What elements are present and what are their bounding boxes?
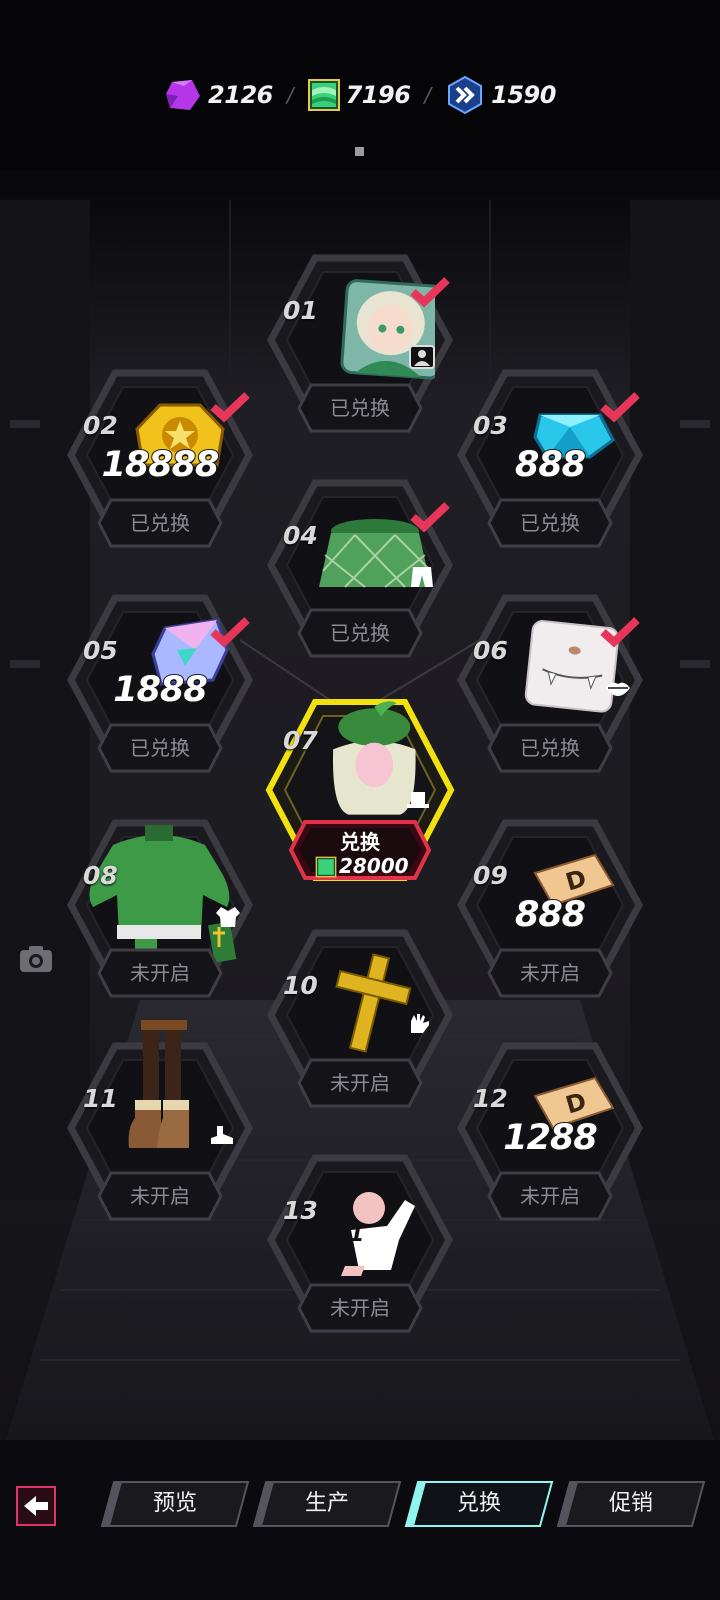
reward-node-07[interactable]: 07 兑换 28000 bbox=[265, 698, 455, 898]
check-icon bbox=[600, 392, 640, 423]
reward-node-13[interactable]: 1 13 未开启 bbox=[265, 1150, 455, 1350]
tab-preview[interactable]: 预览 bbox=[100, 1480, 250, 1528]
redeem-button[interactable]: 兑换 bbox=[295, 826, 425, 855]
currency-separator: / bbox=[424, 83, 432, 107]
node-number: 01 bbox=[283, 296, 318, 325]
reward-amount: 888 bbox=[514, 444, 587, 486]
node-number: 04 bbox=[283, 521, 318, 550]
status-label: 已兑换 bbox=[330, 396, 390, 420]
node-number: 13 bbox=[283, 1196, 318, 1225]
lips-icon bbox=[606, 682, 630, 696]
back-button[interactable] bbox=[16, 1486, 56, 1526]
redeem-cost: 28000 bbox=[339, 854, 409, 878]
character-icon bbox=[409, 345, 435, 369]
check-icon bbox=[600, 617, 640, 648]
node-number: 03 bbox=[473, 411, 508, 440]
pose-action-reward bbox=[341, 1192, 415, 1276]
currency-badges[interactable]: 1590 bbox=[445, 75, 556, 115]
check-icon bbox=[410, 502, 450, 533]
currency-gems[interactable]: 2126 bbox=[164, 76, 273, 114]
glove-icon bbox=[411, 1014, 429, 1033]
status-label: 未开启 bbox=[520, 1184, 580, 1208]
reward-amount: 1288 bbox=[502, 1117, 598, 1159]
status-label: 未开启 bbox=[330, 1071, 390, 1095]
node-number: 07 bbox=[283, 726, 318, 755]
node-number: 09 bbox=[473, 861, 508, 890]
node-number: 05 bbox=[83, 636, 118, 665]
tab-exchange[interactable]: 兑换 bbox=[404, 1480, 554, 1528]
reward-node-11[interactable]: 11 未开启 bbox=[65, 1020, 255, 1238]
badge-count: 1590 bbox=[491, 81, 556, 109]
tab-promotion[interactable]: 促销 bbox=[556, 1480, 706, 1528]
reward-node-02[interactable]: 02 18888 已兑换 bbox=[65, 365, 255, 565]
check-icon bbox=[210, 617, 250, 648]
currency-bar: 2126 / 7196 / 1590 bbox=[0, 72, 720, 118]
page-indicator bbox=[355, 147, 364, 156]
reward-node-10[interactable]: 10 未开启 bbox=[265, 925, 455, 1125]
shoe-icon bbox=[211, 1126, 233, 1144]
brown-boots-reward bbox=[128, 1020, 189, 1148]
status-label: 未开启 bbox=[130, 1184, 190, 1208]
check-icon bbox=[210, 392, 250, 423]
status-label: 已兑换 bbox=[330, 621, 390, 645]
node-number: 11 bbox=[83, 1084, 118, 1113]
node-number: 08 bbox=[83, 861, 118, 890]
tab-label: 促销 bbox=[608, 1491, 653, 1516]
status-label: 已兑换 bbox=[130, 511, 190, 535]
status-label: 未开启 bbox=[330, 1296, 390, 1320]
pose-number: 1 bbox=[349, 1222, 365, 1247]
gem-count: 2126 bbox=[208, 81, 273, 109]
reward-node-12[interactable]: D 12 1288 未开启 bbox=[455, 1038, 645, 1238]
gold-cross-reward bbox=[335, 953, 412, 1053]
tab-label: 兑换 bbox=[456, 1491, 501, 1516]
reward-node-01[interactable]: 01 已兑换 bbox=[265, 250, 455, 450]
status-label: 已兑换 bbox=[130, 736, 190, 760]
node-number: 02 bbox=[83, 411, 118, 440]
tab-label: 生产 bbox=[304, 1491, 349, 1516]
ticket-count: 7196 bbox=[345, 81, 411, 109]
node-number: 12 bbox=[473, 1084, 508, 1113]
node-number: 10 bbox=[283, 971, 318, 1000]
check-icon bbox=[410, 277, 450, 308]
green-ticket-icon bbox=[315, 856, 337, 878]
arrow-left-icon bbox=[24, 1496, 48, 1516]
camera-icon[interactable] bbox=[18, 944, 54, 974]
hat-icon bbox=[407, 792, 429, 808]
purple-crystal-icon bbox=[166, 80, 201, 110]
top-icon bbox=[216, 907, 240, 927]
reward-node-06[interactable]: 06 已兑换 bbox=[455, 590, 645, 790]
blue-chevron-badge-icon bbox=[448, 75, 483, 115]
status-label: 未开启 bbox=[130, 961, 190, 985]
reward-node-04[interactable]: 04 已兑换 bbox=[265, 475, 455, 675]
reward-node-09[interactable]: D 09 888 未开启 bbox=[455, 815, 645, 1015]
reward-node-05[interactable]: 05 1888 已兑换 bbox=[65, 590, 255, 790]
tab-label: 预览 bbox=[152, 1491, 197, 1516]
green-jacket-outfit-reward bbox=[89, 825, 237, 963]
reward-node-08[interactable]: 08 未开启 bbox=[65, 815, 255, 1015]
status-label: 已兑换 bbox=[520, 511, 580, 535]
reward-amount: 888 bbox=[514, 894, 587, 936]
reward-node-03[interactable]: 03 888 已兑换 bbox=[455, 365, 645, 565]
status-label: 未开启 bbox=[520, 961, 580, 985]
green-ticket-icon bbox=[307, 79, 340, 111]
node-number: 06 bbox=[473, 636, 508, 665]
currency-separator: / bbox=[286, 83, 294, 107]
tab-produce[interactable]: 生产 bbox=[252, 1480, 402, 1528]
reward-amount: 18888 bbox=[101, 444, 221, 486]
reward-amount: 1888 bbox=[112, 669, 208, 711]
currency-tickets[interactable]: 7196 bbox=[307, 78, 411, 112]
bottom-icon bbox=[411, 567, 433, 587]
status-label: 已兑换 bbox=[520, 736, 580, 760]
